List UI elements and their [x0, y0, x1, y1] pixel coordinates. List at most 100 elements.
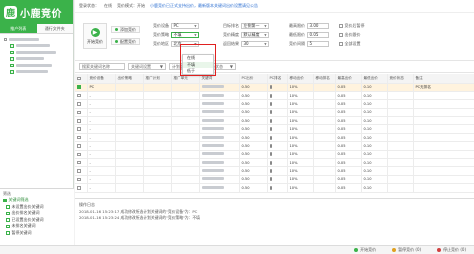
table-row[interactable]: - 0.50 10% 0.05 0.10 — [75, 91, 474, 101]
cell-min-bid: 0.10 — [361, 150, 388, 160]
cell-device: - — [87, 175, 116, 185]
tree-node[interactable] — [2, 69, 71, 76]
table-row[interactable]: - 0.50 10% 0.05 0.10 — [75, 99, 474, 109]
checkbox-icon[interactable] — [77, 127, 81, 131]
checkbox-icon[interactable] — [77, 186, 81, 190]
tab-account-list[interactable]: 推户列表 — [0, 24, 37, 33]
checkbox-icon[interactable] — [10, 44, 14, 48]
keyword-text — [201, 185, 224, 189]
table-row[interactable]: PC 0.50 10% 0.05 0.10 PC无排名 — [75, 83, 474, 92]
column-header[interactable]: 移动出价 — [287, 74, 314, 84]
cell-mobile-bid: 10% — [287, 91, 314, 101]
column-header[interactable]: 推广计划 — [143, 74, 172, 84]
expand-icon[interactable] — [4, 37, 7, 41]
cell-select[interactable] — [75, 108, 88, 118]
checkbox-icon[interactable] — [77, 152, 81, 157]
device-select[interactable]: PC ▼ — [171, 22, 199, 29]
checkbox-icon[interactable] — [10, 57, 14, 61]
column-header[interactable]: 竞价状态 — [387, 74, 414, 84]
tab-folders[interactable]: 通行文件夹 — [36, 24, 73, 33]
cell-unit — [171, 141, 200, 151]
checkbox-icon[interactable] — [77, 93, 81, 98]
cell-select[interactable] — [75, 183, 88, 193]
cell-unit — [171, 183, 200, 193]
table-row[interactable]: - 0.50 10% 0.05 0.10 — [75, 166, 474, 176]
column-header[interactable]: 推广单元 — [171, 74, 200, 84]
column-header[interactable]: 关键词 — [199, 74, 240, 84]
table-row[interactable]: - 0.50 10% 0.05 0.10 — [75, 150, 474, 160]
results-select[interactable]: 30 ▼ — [241, 40, 269, 47]
notice-link[interactable]: 小鹿竞价已正式支持出价，最新版本关键词出价设置请见公告 — [150, 3, 258, 9]
add-bidding-button[interactable]: 添加竞价 — [111, 26, 140, 33]
filter-row: 搜索关键词名称 关键词设置▼ 计划状态▼ 出价状态▼ — [75, 61, 474, 73]
cell-select[interactable] — [75, 116, 88, 126]
cell-select[interactable] — [75, 99, 88, 109]
checkbox-icon[interactable] — [77, 85, 81, 89]
checkbox-icon[interactable] — [77, 144, 81, 148]
cell-select[interactable] — [75, 91, 88, 101]
column-header[interactable]: PC出价 — [239, 74, 268, 84]
cell-select[interactable] — [75, 83, 88, 92]
checkbox-icon[interactable] — [77, 169, 81, 173]
checkbox-icon[interactable] — [10, 50, 14, 54]
region-select[interactable]: 北京 ▼ — [171, 40, 199, 47]
checkbox-icon[interactable] — [77, 102, 81, 106]
column-header[interactable]: 出价策略 — [115, 74, 144, 84]
pause-after-check[interactable]: 竞价后暂停 — [339, 23, 365, 29]
checkbox-icon[interactable] — [77, 177, 81, 182]
cell-mobile-bid: 10% — [287, 158, 314, 168]
column-header[interactable]: 竞价设备 — [87, 74, 116, 84]
cell-select[interactable] — [75, 150, 88, 160]
cell-select[interactable] — [75, 141, 88, 151]
cell-select[interactable] — [75, 124, 88, 134]
checkbox-icon[interactable] — [10, 63, 14, 67]
checkbox-icon[interactable] — [10, 70, 14, 74]
table-row[interactable]: - 0.50 10% 0.05 0.10 — [75, 116, 474, 126]
checkbox-icon[interactable] — [77, 119, 81, 123]
interval-input[interactable]: 5 — [307, 40, 329, 47]
filter-item[interactable]: 暂停关键词 — [3, 230, 71, 237]
precision-select[interactable]: 默认精度 ▼ — [241, 31, 269, 38]
table-row[interactable]: - 0.50 10% 0.05 0.10 — [75, 133, 474, 143]
keyword-setting-select[interactable]: 关键词设置 ▼ — [128, 63, 166, 70]
checkbox-icon[interactable] — [77, 160, 81, 165]
cell-select[interactable] — [75, 175, 88, 185]
chevron-down-icon: ▼ — [194, 23, 197, 28]
cell-select[interactable] — [75, 166, 88, 176]
cell-select[interactable] — [75, 158, 88, 168]
status-start[interactable]: 开始竞价 — [354, 247, 376, 253]
dropdown-option[interactable]: 低于 — [183, 68, 213, 75]
column-header[interactable]: 备注 — [413, 74, 474, 84]
min-price-input[interactable]: 0.05 — [307, 31, 329, 38]
start-bidding-button[interactable]: ▶ 开始竞价 — [83, 23, 107, 49]
target-rank-select[interactable]: 左侧第一 ▼ — [241, 22, 269, 29]
cell-strategy — [115, 99, 144, 109]
table-row[interactable]: - 0.50 10% 0.05 0.10 — [75, 141, 474, 151]
table-row[interactable]: - 0.50 10% 0.05 0.10 — [75, 175, 474, 185]
status-stop[interactable]: 停止竞价 (0) — [437, 247, 466, 253]
column-header[interactable]: 最高出价 — [335, 74, 362, 84]
status-pause[interactable]: 暂停竞价 (0) — [392, 247, 421, 253]
apply-all-check[interactable]: 全部设置 — [339, 41, 361, 47]
keyword-text — [201, 93, 224, 97]
column-header[interactable]: 移动排名 — [313, 74, 336, 84]
checkbox-icon[interactable] — [77, 135, 81, 140]
strategy-dropdown: 在线 不填 低于 — [182, 54, 214, 75]
checkbox-icon[interactable] — [77, 76, 81, 80]
strategy-select[interactable]: 不填 ▼ — [171, 31, 199, 38]
select-all-checkbox[interactable] — [75, 74, 88, 84]
table-row[interactable]: - 0.50 10% 0.05 0.10 — [75, 183, 474, 193]
cell-select[interactable] — [75, 133, 88, 143]
table-row[interactable]: - 0.50 10% 0.05 0.10 — [75, 108, 474, 118]
keyword-search-input[interactable]: 搜索关键词名称 — [79, 63, 125, 70]
table-row[interactable]: - 0.50 10% 0.05 0.10 — [75, 158, 474, 168]
cell-status — [387, 99, 414, 109]
follow-price-check[interactable]: 出价跟价 — [339, 32, 361, 38]
config-bidding-button[interactable]: 配置竞价 — [111, 38, 140, 45]
column-header[interactable]: 最低出价 — [361, 74, 388, 84]
checkbox-icon[interactable] — [77, 110, 81, 115]
max-price-input[interactable]: 3.00 — [307, 22, 329, 29]
table-row[interactable]: - 0.50 10% 0.05 0.10 — [75, 124, 474, 134]
cell-mobile-bid: 10% — [287, 175, 314, 185]
column-header[interactable]: PC排名 — [267, 74, 288, 84]
